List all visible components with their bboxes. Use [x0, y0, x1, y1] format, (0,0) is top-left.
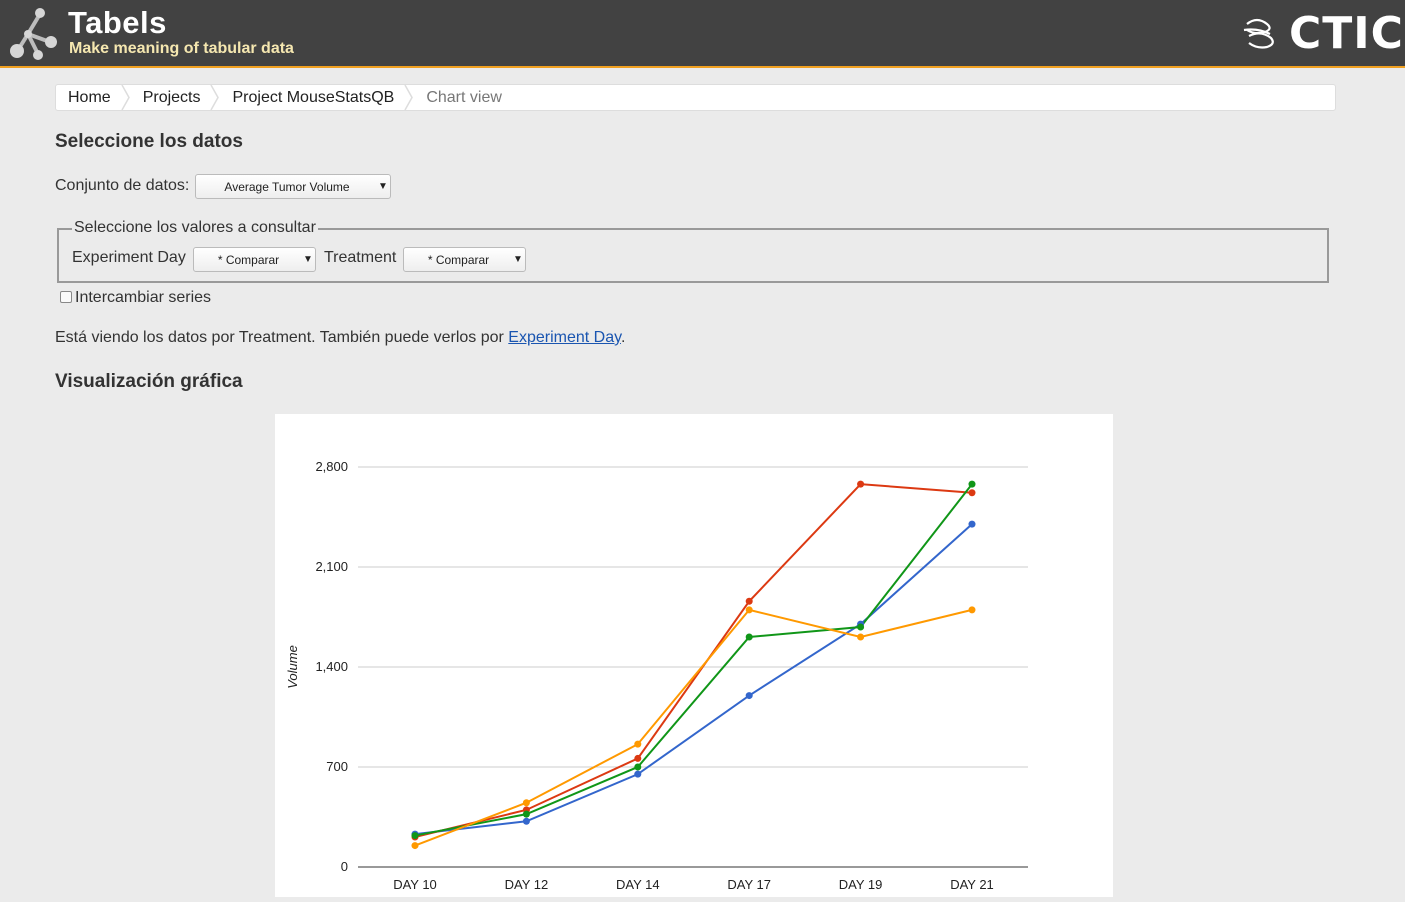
treatment-select[interactable]: * Comparar ▼	[403, 247, 526, 272]
filter-label-experiment-day: Experiment Day	[72, 249, 186, 266]
data-point[interactable]	[968, 489, 976, 497]
dataset-select[interactable]: Average Tumor Volume ▼	[195, 174, 391, 199]
top-bar: Tabels Make meaning of tabular data CTIC	[0, 0, 1405, 68]
dropdown-arrow-icon: ▼	[513, 254, 523, 265]
dataset-label: Conjunto de datos:	[55, 177, 190, 194]
ctic-logo[interactable]: CTIC	[1241, 8, 1403, 59]
breadcrumb-separator-icon	[210, 85, 220, 110]
app-title[interactable]: Tabels	[68, 5, 167, 41]
data-point[interactable]	[745, 692, 753, 700]
data-point[interactable]	[522, 810, 530, 818]
data-point[interactable]	[634, 763, 642, 771]
breadcrumb-home[interactable]: Home	[56, 89, 121, 107]
view-by-text-after: .	[620, 329, 626, 346]
experiment-day-select-value: * Comparar	[217, 252, 280, 267]
treatment-select-value: * Comparar	[427, 252, 490, 267]
data-point[interactable]	[411, 832, 419, 840]
view-by-text-before: Está viendo los datos por Treatment. Tam…	[55, 329, 509, 346]
app-subtitle: Make meaning of tabular data	[69, 40, 294, 57]
x-tick-label: DAY 14	[616, 877, 660, 892]
ctic-logo-text: CTIC	[1289, 8, 1404, 59]
data-point[interactable]	[968, 606, 976, 614]
data-point[interactable]	[745, 633, 753, 641]
x-tick-label: DAY 17	[727, 877, 771, 892]
line-chart[interactable]: 0 700 1,400 2,100 2,800 DAY 10 DAY 12 DAY 14 DAY…	[275, 414, 1113, 897]
breadcrumb-separator-icon	[404, 85, 414, 110]
visualization-heading: Visualización gráfica	[55, 371, 243, 392]
y-tick-label: 2,100	[315, 559, 348, 574]
data-selection-heading: Seleccione los datos	[55, 131, 243, 152]
data-point[interactable]	[968, 520, 976, 528]
dropdown-arrow-icon: ▼	[378, 181, 388, 192]
breadcrumb-projects[interactable]: Projects	[131, 89, 211, 107]
x-tick-label: DAY 12	[505, 877, 549, 892]
breadcrumb-current: Chart view	[426, 88, 502, 106]
y-tick-label: 1,400	[315, 659, 348, 674]
values-legend: Seleccione los valores a consultar	[72, 219, 318, 237]
y-axis-label: Volume	[285, 645, 300, 689]
data-point[interactable]	[634, 770, 642, 778]
data-point[interactable]	[968, 480, 976, 488]
view-by-experiment-day-link[interactable]: Experiment Day	[508, 329, 621, 346]
y-tick-label: 700	[326, 759, 348, 774]
dataset-select-value: Average Tumor Volume	[224, 179, 350, 194]
data-point[interactable]	[857, 633, 865, 641]
breadcrumb-project[interactable]: Project MouseStatsQB	[220, 89, 404, 107]
breadcrumb-separator-icon	[121, 85, 131, 110]
data-point[interactable]	[745, 597, 753, 605]
y-tick-label: 2,800	[315, 459, 348, 474]
data-point[interactable]	[634, 754, 642, 762]
data-point[interactable]	[411, 842, 419, 850]
swap-series-label[interactable]: Intercambiar series	[75, 289, 211, 307]
series-line[interactable]	[414, 483, 973, 838]
x-tick-label: DAY 19	[839, 877, 883, 892]
x-tick-label: DAY 10	[393, 877, 437, 892]
y-tick-label: 0	[341, 859, 348, 874]
chart-card: 0 700 1,400 2,100 2,800 DAY 10 DAY 12 DAY 14 DAY…	[275, 414, 1113, 897]
view-by-text: Está viendo los datos por Treatment. Tam…	[55, 329, 625, 347]
dropdown-arrow-icon: ▼	[303, 254, 313, 265]
data-point[interactable]	[745, 606, 753, 614]
series-line[interactable]	[414, 483, 973, 837]
series-line[interactable]	[414, 608, 973, 847]
molecule-logo-icon[interactable]	[6, 4, 60, 62]
data-point[interactable]	[522, 817, 530, 825]
experiment-day-select[interactable]: * Comparar ▼	[193, 247, 316, 272]
data-point[interactable]	[634, 740, 642, 748]
swap-series-checkbox[interactable]	[60, 291, 72, 303]
x-tick-label: DAY 21	[950, 877, 994, 892]
data-point[interactable]	[857, 623, 865, 631]
breadcrumb: Home Projects Project MouseStatsQB Chart…	[55, 84, 1336, 111]
data-point[interactable]	[857, 480, 865, 488]
filter-label-treatment: Treatment	[324, 249, 397, 266]
data-point[interactable]	[522, 799, 530, 807]
